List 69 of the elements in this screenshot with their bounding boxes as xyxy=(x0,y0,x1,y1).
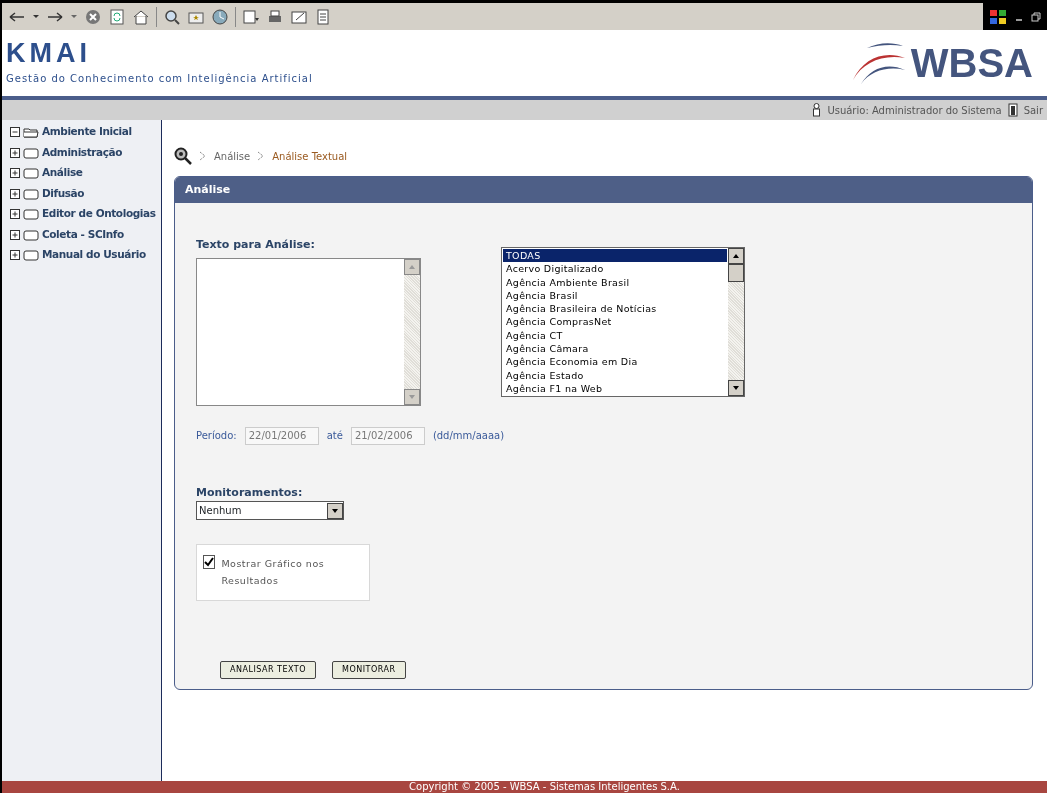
field-label: Texto para Análise: xyxy=(196,237,316,253)
list-option[interactable]: Acervo Digitalizado xyxy=(503,262,727,276)
folder-icon xyxy=(23,228,39,241)
action-button[interactable]: ANALISAR TEXTO xyxy=(220,661,316,679)
expand-icon[interactable] xyxy=(10,250,20,261)
list-option[interactable]: TODAS xyxy=(503,249,727,263)
date-field[interactable]: 21/02/2006 xyxy=(350,426,425,445)
list-option[interactable]: Agência Estado xyxy=(503,368,727,382)
panel-header: Análise xyxy=(175,177,1032,203)
tree-item[interactable]: Difusão xyxy=(2,183,161,204)
document-icon[interactable] xyxy=(314,7,332,26)
user-icon xyxy=(812,103,822,117)
door-icon xyxy=(1007,103,1018,117)
field-label: Monitoramentos: xyxy=(196,484,304,501)
list-option[interactable]: Agência Brasil xyxy=(503,288,727,303)
folder-icon xyxy=(23,187,39,200)
mail-icon[interactable] xyxy=(242,7,260,26)
dropdown[interactable]: Nenhum xyxy=(196,501,344,520)
refresh-icon[interactable] xyxy=(108,7,126,26)
collapse-icon[interactable] xyxy=(10,127,20,138)
source-list[interactable]: TODAS Acervo Digitalizado Agência Ambiente Brasil Agência Brasil Agência Brasileira de Notícias Agência ComprasNet Agência CT Agência Câmara Agência Economia em Dia Agência Estado Agência F1 na Web xyxy=(501,247,745,397)
tree-item[interactable]: Manual do Usuário xyxy=(2,245,161,266)
checkbox-label: Mostrar Gráfico nos Resultados xyxy=(221,557,326,588)
scroll-up-icon[interactable] xyxy=(728,248,744,264)
folder-icon xyxy=(23,146,39,159)
list-option[interactable]: Agência CT xyxy=(503,328,727,343)
tagline: Gestão do Conhecimento com Inteligência Artificial xyxy=(6,72,313,86)
tree-item[interactable]: Coleta - SCInfo xyxy=(2,224,161,245)
restore-icon[interactable] xyxy=(1031,11,1041,22)
field-label: até xyxy=(326,429,343,443)
breadcrumb-link[interactable]: Análise xyxy=(214,148,251,164)
list-option[interactable]: Agência ComprasNet xyxy=(503,315,727,329)
date-field[interactable]: 22/01/2006 xyxy=(244,426,319,445)
logout-link[interactable]: Sair xyxy=(1023,102,1043,118)
field-label: Período: xyxy=(196,429,237,443)
globe-clock-icon[interactable] xyxy=(211,7,229,26)
list-option[interactable]: Agência Economia em Dia xyxy=(503,355,727,369)
magnifier-icon xyxy=(174,147,192,165)
breadcrumb-link[interactable]: Análise Textual xyxy=(272,148,348,164)
expand-icon[interactable] xyxy=(10,229,20,240)
checkmark-icon xyxy=(204,557,215,567)
user-name: Usuário: Administrador do Sistema xyxy=(827,103,1002,118)
format-hint: (dd/mm/aaaa) xyxy=(432,429,505,443)
list-option[interactable]: Agência Câmara xyxy=(503,342,727,356)
open-folder-icon xyxy=(23,126,39,139)
expand-icon[interactable] xyxy=(10,147,20,158)
list-option[interactable]: Agência Ambiente Brasil xyxy=(503,275,727,289)
list-option[interactable]: Agência F1 na Web xyxy=(503,381,727,396)
expand-icon[interactable] xyxy=(10,188,20,199)
tree-item[interactable]: Análise xyxy=(2,163,161,184)
tree-item[interactable]: Ambiente Inicial xyxy=(2,122,161,143)
expand-icon[interactable] xyxy=(10,168,20,179)
folder-icon xyxy=(23,208,39,221)
stop-icon[interactable] xyxy=(84,7,102,26)
folder-icon xyxy=(23,249,39,262)
copyright-footer: Copyright © 2005 - WBSA - Sistemas Inteligentes S.A. xyxy=(2,781,1047,793)
expand-icon[interactable] xyxy=(10,209,20,220)
logo: KMAI xyxy=(6,40,92,67)
brand-name: WBSA xyxy=(910,43,1033,83)
tree-item[interactable]: Editor de Ontologias xyxy=(2,204,161,225)
action-button[interactable]: MONITORAR xyxy=(332,661,406,679)
folder-icon xyxy=(23,167,39,180)
checkbox[interactable] xyxy=(203,555,216,569)
tree-item[interactable]: Administração xyxy=(2,142,161,163)
search-icon[interactable] xyxy=(163,7,181,26)
scroll-thumb[interactable] xyxy=(728,264,744,282)
scroll-down-icon[interactable] xyxy=(728,380,744,396)
windows-logo-icon xyxy=(989,8,1007,25)
list-option[interactable]: Agência Brasileira de Notícias xyxy=(503,302,727,316)
